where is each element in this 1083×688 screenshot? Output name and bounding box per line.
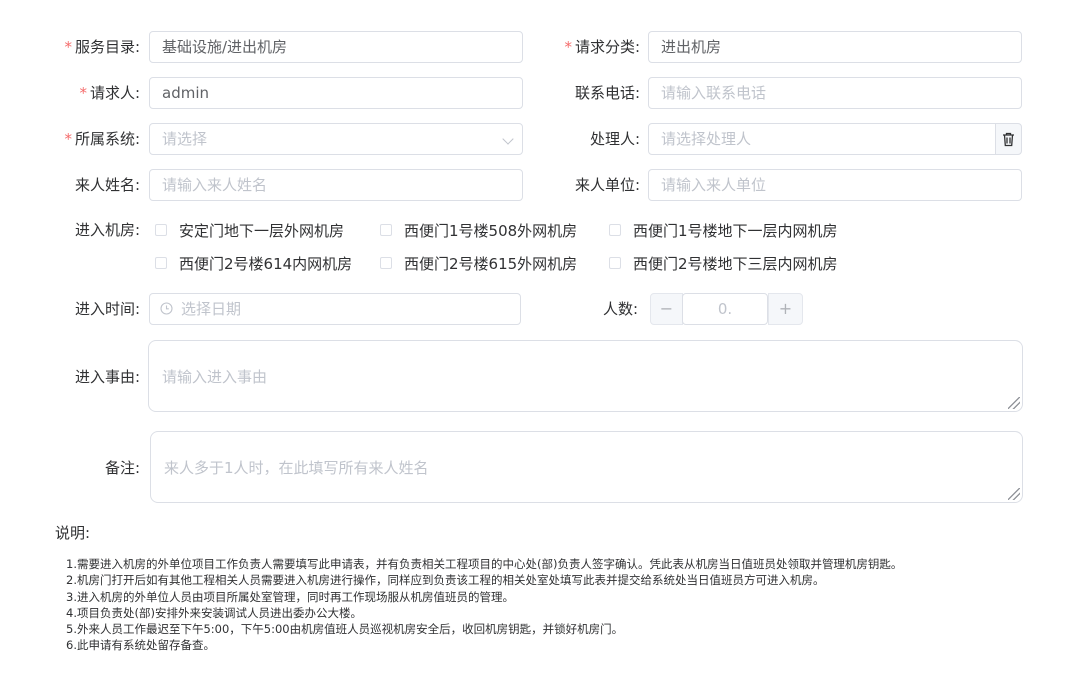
request-category-label: * 请求分类: [564, 38, 640, 56]
entry-time-label: 进入时间: [74, 300, 140, 318]
resize-handle[interactable] [1008, 488, 1020, 500]
system-select[interactable]: 请选择 [149, 123, 523, 155]
headcount-input[interactable]: 0. [682, 293, 768, 325]
room-checkbox[interactable]: 西便门2号楼614内网机房 [155, 254, 352, 274]
note-item: 3.进入机房的外单位人员由项目所属处室管理，同时再工作现场服从机房值班员的管理。 [66, 589, 514, 604]
visitor-unit-input[interactable]: 请输入来人单位 [648, 169, 1022, 201]
note-item: 5.外来人员工作最迟至下午5:00，下午5:00由机房值班人员巡视机房安全后，收… [66, 622, 624, 637]
note-item: 2.机房门打开后如有其他工程相关人员需要进入机房进行操作，同样应到负责该工程的相… [66, 573, 825, 588]
increase-button[interactable]: + [768, 293, 803, 325]
checkbox[interactable] [380, 223, 392, 236]
visitor-name-label: 来人姓名: [74, 176, 140, 194]
contact-phone-input[interactable]: 请输入联系电话 [648, 77, 1022, 109]
requester-label: * 请求人: [79, 84, 140, 102]
note-item: 4.项目负责处(部)安排外来安装调试人员进出委办公大楼。 [66, 605, 362, 620]
service-catalog-label: * 服务目录: [64, 38, 140, 56]
headcount-label: 人数: [602, 300, 638, 318]
visitor-name-input[interactable]: 请输入来人姓名 [149, 169, 523, 201]
chevron-down-icon [502, 133, 514, 145]
remarks-textarea[interactable]: 来人多于1人时，在此填写所有来人姓名 [150, 431, 1023, 503]
room-checkbox[interactable]: 西便门2号楼地下三层内网机房 [609, 254, 838, 274]
checkbox[interactable] [155, 256, 167, 269]
note-item: 6.此申请有系统处留存备查。 [66, 638, 215, 653]
room-checkbox[interactable]: 西便门1号楼508外网机房 [380, 221, 577, 241]
contact-phone-label: 联系电话: [574, 84, 640, 102]
checkbox[interactable] [609, 256, 621, 269]
handler-label: 处理人: [589, 130, 640, 148]
notes-title: 说明: [55, 524, 91, 542]
checkbox[interactable] [380, 256, 392, 269]
system-label: * 所属系统: [64, 130, 140, 148]
reason-label: 进入事由: [74, 368, 140, 386]
rooms-label: 进入机房: [74, 221, 140, 239]
clock-icon [160, 302, 173, 315]
service-catalog-input[interactable]: 基础设施/进出机房 [149, 31, 523, 63]
requester-input[interactable]: admin [149, 77, 523, 109]
note-item: 1.需要进入机房的外单位项目工作负责人需要填写此申请表，并有负责相关工程项目的中… [66, 557, 903, 571]
room-checkbox[interactable]: 西便门1号楼地下一层内网机房 [609, 221, 838, 241]
decrease-button[interactable]: − [650, 293, 683, 325]
trash-icon [1003, 132, 1014, 146]
checkbox[interactable] [155, 223, 167, 236]
handler-input[interactable]: 请选择处理人 [648, 123, 996, 155]
notes-list: 1.需要进入机房的外单位项目工作负责人需要填写此申请表，并有负责相关工程项目的中… [66, 556, 902, 654]
visitor-unit-label: 来人单位: [574, 176, 640, 194]
remarks-label: 备注: [104, 459, 140, 477]
entry-time-picker[interactable]: 选择日期 [149, 293, 521, 325]
checkbox[interactable] [609, 223, 621, 236]
room-checkbox[interactable]: 西便门2号楼615外网机房 [380, 254, 577, 274]
reason-textarea[interactable]: 请输入进入事由 [148, 340, 1023, 412]
resize-handle[interactable] [1008, 397, 1020, 409]
room-checkbox[interactable]: 安定门地下一层外网机房 [155, 221, 344, 241]
request-category-input[interactable]: 进出机房 [648, 31, 1022, 63]
handler-clear-button[interactable] [995, 123, 1022, 155]
